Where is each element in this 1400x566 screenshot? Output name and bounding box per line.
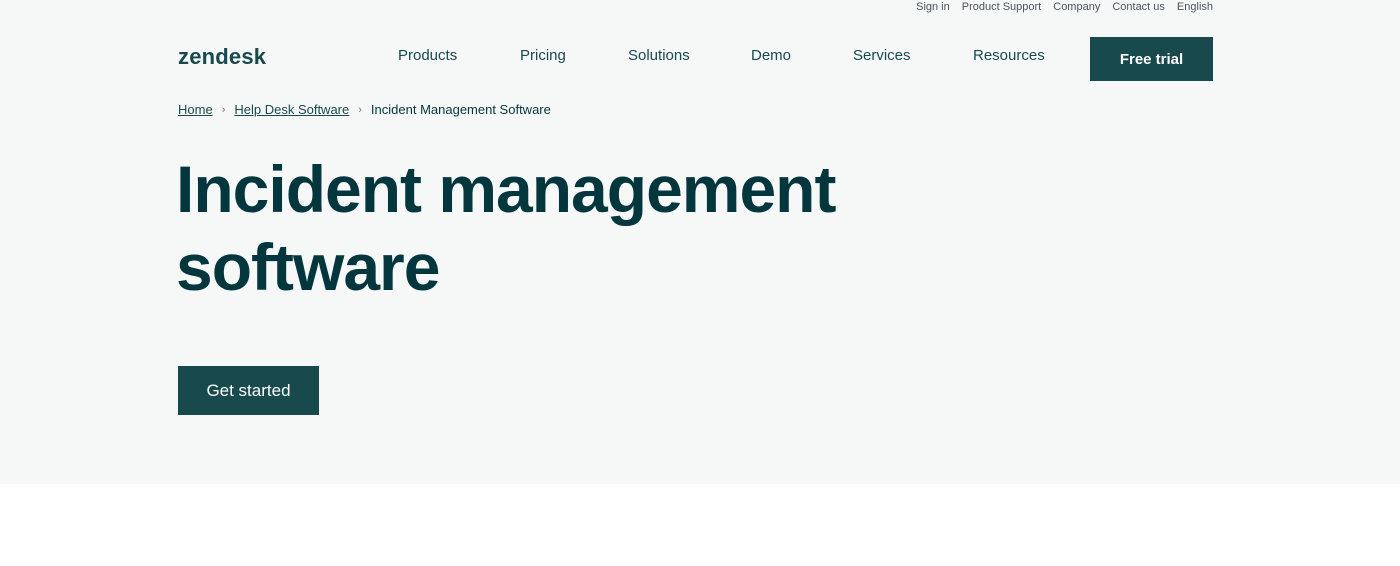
sign-in-link[interactable]: Sign in (916, 1, 950, 13)
utility-nav: Sign in Product Support Company Contact … (916, 1, 1213, 13)
product-support-link[interactable]: Product Support (962, 1, 1042, 13)
language-selector[interactable]: English (1177, 1, 1213, 13)
nav-solutions[interactable]: Solutions (628, 47, 690, 64)
breadcrumb-current: Incident Management Software (370, 102, 551, 117)
contact-us-link[interactable]: Contact us (1112, 1, 1165, 13)
hero-section: Sign in Product Support Company Contact … (0, 0, 1400, 484)
page-title: Incident management software (176, 150, 836, 306)
get-started-button[interactable]: Get started (178, 366, 319, 415)
nav-services[interactable]: Services (853, 47, 911, 64)
chevron-right-icon: › (221, 103, 226, 116)
chevron-right-icon: › (358, 103, 362, 116)
company-link[interactable]: Company (1053, 1, 1100, 13)
free-trial-button[interactable]: Free trial (1090, 37, 1213, 81)
nav-products[interactable]: Products (398, 47, 457, 64)
nav-demo[interactable]: Demo (751, 47, 791, 64)
zendesk-logo[interactable]: zendesk (178, 44, 266, 70)
page-title-line2: software (176, 230, 440, 304)
nav-pricing[interactable]: Pricing (520, 47, 566, 64)
breadcrumb: Home › Help Desk Software › Incident Man… (178, 102, 551, 117)
breadcrumb-help-desk-software[interactable]: Help Desk Software (234, 102, 349, 117)
nav-resources[interactable]: Resources (973, 47, 1045, 64)
breadcrumb-home[interactable]: Home (178, 102, 213, 117)
page-title-line1: Incident management (176, 152, 836, 226)
